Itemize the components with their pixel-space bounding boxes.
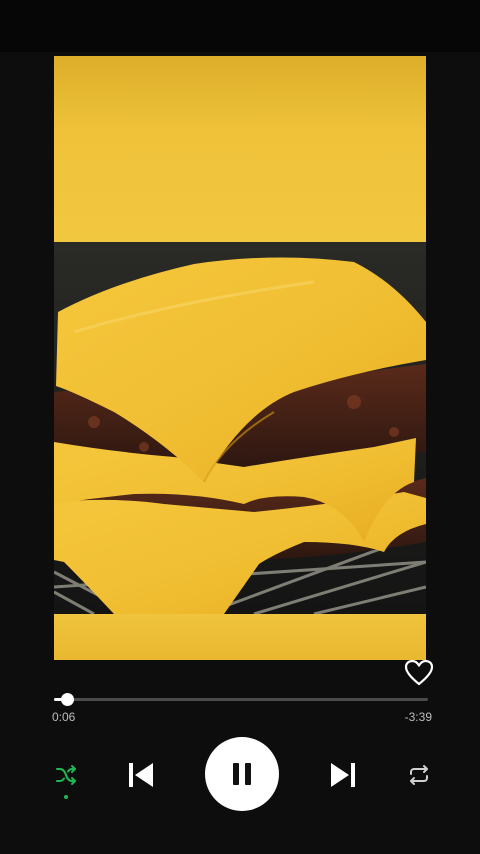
progress-bar[interactable] (54, 693, 428, 706)
previous-button[interactable] (124, 758, 158, 792)
remaining-time: -3:39 (404, 710, 432, 724)
shuffle-active-indicator (64, 795, 68, 799)
artwork-blur-bottom (54, 614, 426, 660)
shuffle-button[interactable] (51, 760, 81, 790)
pause-icon (233, 763, 251, 785)
progress-thumb[interactable] (61, 693, 74, 706)
status-bar (0, 0, 480, 52)
repeat-icon (410, 765, 428, 785)
skip-next-icon (331, 763, 355, 787)
play-pause-button[interactable] (205, 737, 279, 811)
heart-outline-icon[interactable] (404, 659, 434, 687)
artwork-blur-top (54, 56, 426, 242)
album-artwork (54, 242, 426, 614)
skip-previous-icon (129, 763, 153, 787)
video-canvas[interactable] (54, 56, 426, 660)
shuffle-icon (56, 765, 76, 785)
elapsed-time: 0:06 (52, 710, 76, 724)
repeat-button[interactable] (404, 760, 434, 790)
next-button[interactable] (326, 758, 360, 792)
